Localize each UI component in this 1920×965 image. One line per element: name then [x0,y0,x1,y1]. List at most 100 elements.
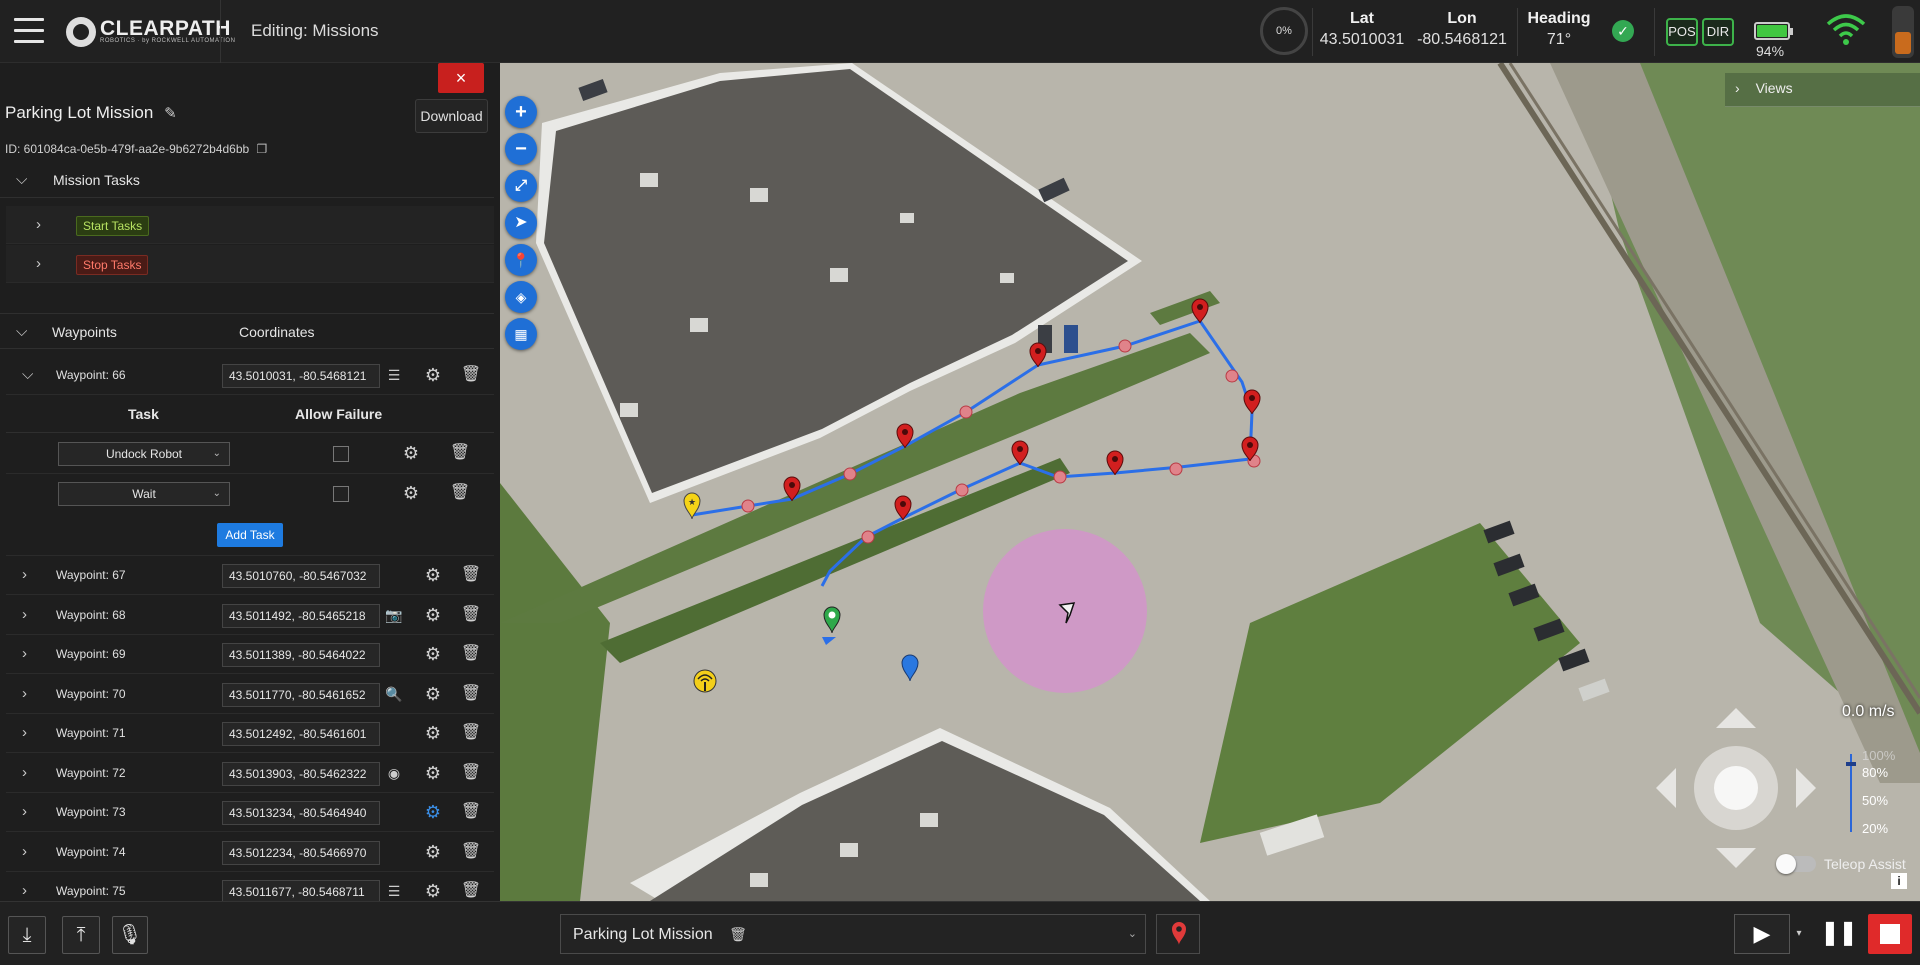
coordinates-input[interactable]: 43.5012492, -80.5461601 [222,722,380,746]
chevron-right-icon[interactable]: › [22,882,34,899]
zoom-in-button[interactable]: + [505,96,537,128]
chevron-right-icon[interactable]: › [22,724,34,741]
speed-scale-handle[interactable] [1846,762,1856,766]
download-button[interactable]: Download [415,99,488,133]
pos-badge[interactable]: POS [1666,18,1698,46]
joystick-knob[interactable] [1714,766,1758,810]
coordinates-input[interactable]: 43.5011492, -80.5465218 [222,603,380,628]
views-panel[interactable]: › Views [1725,73,1920,107]
trash-icon[interactable]: 🗑 [460,722,482,744]
chevron-right-icon[interactable]: › [22,843,34,860]
task-select[interactable]: Undock Robot ⌄ [58,442,230,466]
chevron-down-icon[interactable]: ▾ [1790,914,1808,954]
trash-icon[interactable]: 🗑 [449,442,471,464]
microphone-button[interactable]: 🎙 [112,916,148,954]
chevron-right-icon[interactable]: › [22,606,34,623]
teleop-assist[interactable]: Teleop Assist [1776,854,1906,874]
trash-icon[interactable]: 🗑 [460,564,482,586]
go-to-pin-button[interactable] [1156,914,1200,954]
allow-failure-checkbox[interactable] [333,446,349,462]
chevron-right-icon[interactable]: › [22,645,34,662]
task-select[interactable]: Wait ⌄ [58,482,230,506]
upload-icon-button[interactable]: ⤒ [62,916,100,954]
gear-icon[interactable]: ⚙ [422,801,444,823]
stop-tasks-row[interactable]: › Stop Tasks [6,245,494,283]
allow-failure-checkbox[interactable] [333,486,349,502]
gear-icon[interactable]: ⚙ [422,762,444,784]
coordinates-input[interactable]: 43.5011389, -80.5464022 [222,643,380,667]
zoom-out-button[interactable]: − [505,133,537,165]
waypoint-row[interactable]: › Waypoint: 71 43.5012492, -80.5461601 ⚙ 🗑 [6,714,494,753]
chevron-right-icon[interactable]: › [22,803,34,820]
gear-icon[interactable]: ⚙ [422,683,444,705]
waypoint-row[interactable]: › Waypoint: 75 43.5011677, -80.5468711 ☰ ⚙ 🗑 [6,872,494,901]
pause-button[interactable]: ❚❚ [1818,914,1858,954]
waypoint-row-66[interactable]: ⌵ Waypoint: 66 43.5010031, -80.5468121 ☰… [6,356,494,395]
close-button[interactable]: × [438,63,484,93]
chevron-right-icon[interactable]: › [22,566,34,583]
start-tasks-row[interactable]: › Start Tasks [6,206,494,244]
coordinates-input[interactable]: 43.5011770, -80.5461652 [222,682,380,707]
gear-icon[interactable]: ⚙ [422,643,444,665]
coordinates-input[interactable]: 43.5012234, -80.5466970 [222,840,380,865]
waypoint-row[interactable]: › Waypoint: 69 43.5011389, -80.5464022 ⚙ 🗑 [6,635,494,674]
waypoints-header[interactable]: ⌵ Waypoints Coordinates [0,313,494,349]
waypoint-row[interactable]: › Waypoint: 72 43.5013903, -80.5462322 ◉ ⚙ 🗑 [6,754,494,793]
locate-robot-button[interactable]: ➤ [505,207,537,239]
trash-icon[interactable]: 🗑 [460,841,482,863]
coordinates-input[interactable]: 43.5013903, -80.5462322 [222,761,380,786]
joystick-control[interactable] [1656,708,1816,868]
coordinates-input[interactable]: 43.5010031, -80.5468121 [222,364,380,388]
gear-icon[interactable]: ⚙ [400,442,422,464]
gear-icon[interactable]: ⚙ [422,604,444,626]
arrow-up-icon[interactable] [1716,708,1756,728]
arrow-right-icon[interactable] [1796,768,1816,808]
trash-icon[interactable]: 🗑 [460,683,482,705]
waypoint-row[interactable]: › Waypoint: 74 43.5012234, -80.5466970 ⚙ 🗑 [6,833,494,872]
gear-icon[interactable]: ⚙ [422,880,444,901]
play-button[interactable]: ▶ [1734,914,1790,954]
trash-icon[interactable]: 🗑 [729,926,747,942]
add-waypoint-button[interactable]: 📍 [505,244,537,276]
dir-badge[interactable]: DIR [1702,18,1734,46]
gear-icon[interactable]: ⚙ [422,364,444,386]
fit-view-button[interactable]: ⤢ [505,170,537,202]
chevron-right-icon[interactable]: › [22,764,34,781]
trash-icon[interactable]: 🗑 [460,762,482,784]
waypoint-row[interactable]: › Waypoint: 73 43.5013234, -80.5464940 ⚙ 🗑 [6,793,494,832]
mission-tasks-header[interactable]: ⌵ Mission Tasks [0,162,494,198]
chevron-down-icon[interactable]: ⌵ [22,366,34,383]
arrow-down-icon[interactable] [1716,848,1756,868]
coordinates-input[interactable]: 43.5011677, -80.5468711 [222,880,380,901]
base-station-icon[interactable] [693,669,717,693]
coordinates-input[interactable]: 43.5010760, -80.5467032 [222,564,380,588]
speed-scale[interactable]: 100% 80% 50% 20% [1842,748,1902,838]
copy-icon[interactable]: ❐ [257,142,268,156]
teleop-assist-toggle[interactable] [1776,854,1816,874]
waypoint-row[interactable]: › Waypoint: 68 43.5011492, -80.5465218 📷 ⚙ 🗑 [6,596,494,635]
grid-button[interactable]: ▦ [505,318,537,350]
info-icon[interactable]: i [1891,873,1907,889]
waypoint-row[interactable]: › Waypoint: 70 43.5011770, -80.5461652 🔍 ⚙ 🗑 [6,675,494,714]
hamburger-menu-icon[interactable] [14,18,44,44]
edit-pencil-icon[interactable]: ✎ [164,105,177,122]
gear-icon[interactable]: ⚙ [422,841,444,863]
stop-button[interactable] [1868,914,1912,954]
add-task-button[interactable]: Add Task [217,523,283,547]
trash-icon[interactable]: 🗑 [460,604,482,626]
arrow-left-icon[interactable] [1656,768,1676,808]
trash-icon[interactable]: 🗑 [449,482,471,504]
gear-icon[interactable]: ⚙ [422,564,444,586]
coordinates-input[interactable]: 43.5013234, -80.5464940 [222,801,380,825]
gear-icon[interactable]: ⚙ [422,722,444,744]
trash-icon[interactable]: 🗑 [460,880,482,901]
download-icon-button[interactable]: ⤓ [8,916,46,954]
trash-icon[interactable]: 🗑 [460,801,482,823]
trash-icon[interactable]: 🗑 [460,643,482,665]
chevron-right-icon[interactable]: › [22,685,34,702]
gear-icon[interactable]: ⚙ [400,482,422,504]
trash-icon[interactable]: 🗑 [460,364,482,386]
layers-button[interactable]: ◈ [505,281,537,313]
mission-select[interactable]: Parking Lot Mission 🗑 ⌄ [560,914,1146,954]
waypoint-row[interactable]: › Waypoint: 67 43.5010760, -80.5467032 ⚙ 🗑 [6,556,494,595]
